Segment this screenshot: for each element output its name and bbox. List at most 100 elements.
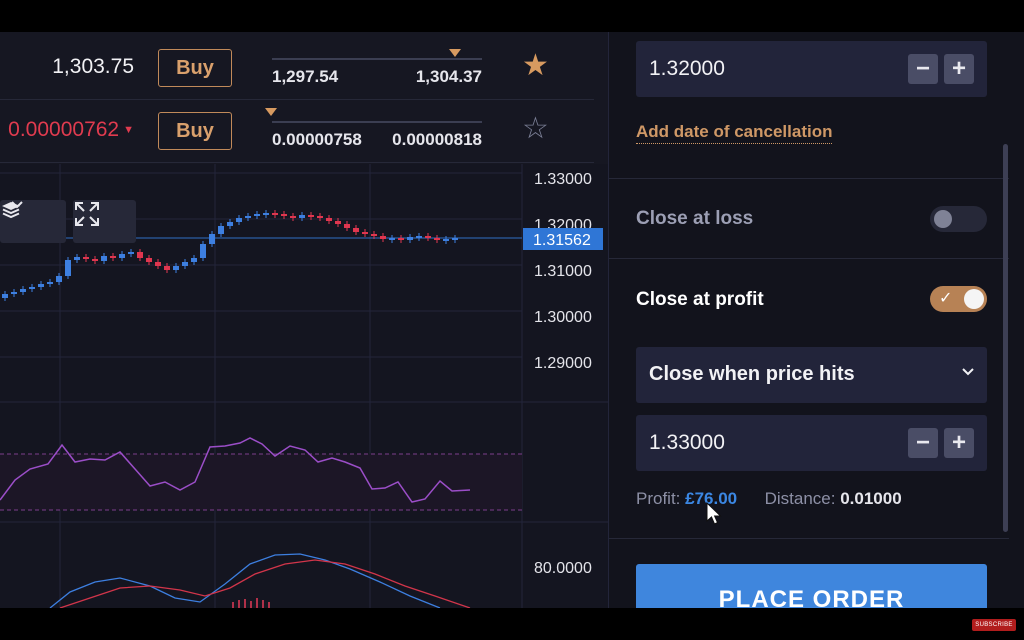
profit-label: Profit:	[636, 489, 681, 508]
increment-button[interactable]: +	[944, 428, 974, 458]
candle-body	[191, 258, 197, 262]
place-order-button[interactable]: PLACE ORDER	[636, 564, 987, 608]
stop-price-input[interactable]: 1.32000	[649, 57, 725, 81]
range-high: 0.00000818	[392, 130, 482, 149]
candle-body	[146, 258, 152, 262]
rsi-axis: 80.000040.0000	[534, 560, 592, 577]
close-at-loss-label: Close at loss	[636, 208, 754, 229]
close-mode-select[interactable]: Close when price hits	[636, 347, 987, 403]
candle-body	[380, 236, 386, 239]
candle-body	[164, 266, 170, 270]
letterbox-top	[0, 0, 1024, 32]
letterbox-bottom	[0, 608, 1024, 640]
candle-body	[47, 282, 53, 284]
checkmark-icon: ✓	[939, 290, 953, 307]
close-at-loss-toggle[interactable]	[930, 206, 987, 232]
divider	[609, 538, 1009, 539]
buy-button[interactable]: Buy	[158, 49, 232, 87]
candle-body	[326, 218, 332, 221]
price-axis: 1.330001.320001.310001.300001.29000	[534, 171, 592, 372]
candle-body	[245, 216, 251, 218]
increment-button[interactable]: +	[944, 54, 974, 84]
candle-body	[290, 216, 296, 218]
candle-body	[101, 256, 107, 261]
close-at-profit-label: Close at profit	[636, 289, 764, 310]
day-range-bar	[272, 121, 482, 123]
candle-body	[335, 221, 341, 224]
candle-body	[209, 234, 215, 244]
range-marker	[449, 49, 461, 57]
close-at-profit-toggle[interactable]: ✓	[930, 286, 987, 312]
subscribe-label: SUBSCRIBE	[975, 622, 1013, 628]
price-chart[interactable]: 1.33000 1.32000 1.31000 1.30000 1.29000 1.31…	[0, 164, 608, 608]
toggle-knob	[934, 210, 952, 228]
candle-body	[110, 256, 116, 258]
divider	[609, 178, 1009, 179]
expand-icon	[75, 202, 99, 226]
candle-body	[236, 218, 242, 222]
candle-body	[416, 236, 422, 238]
candle-body	[128, 252, 134, 254]
price-axis-tick: 1.31000	[534, 263, 592, 280]
layers-menu-button[interactable]	[0, 200, 66, 243]
range-high: 1,304.37	[415, 67, 482, 86]
add-cancellation-date-link[interactable]: Add date of cancellation	[636, 122, 833, 144]
fullscreen-button[interactable]	[73, 200, 136, 243]
candle-body	[353, 228, 359, 232]
candlestick-series	[2, 210, 458, 301]
order-panel: 1.32000 − + Add date of cancellation Clo…	[608, 32, 1024, 608]
candle-body	[173, 266, 179, 270]
price-axis-tick: 1.30000	[534, 309, 592, 326]
candle-body	[38, 284, 44, 287]
candle-body	[389, 238, 395, 240]
candle-body	[281, 214, 287, 216]
decrement-button[interactable]: −	[908, 54, 938, 84]
candle-body	[11, 292, 17, 294]
chevron-down-icon	[11, 201, 23, 209]
watchlist-row[interactable]: 1,303.75 Buy 1,297.54 1,304.37 ★	[0, 37, 594, 100]
distance-value: 0.01000	[840, 489, 902, 508]
star-outline-icon[interactable]: ☆	[522, 114, 549, 144]
take-profit-input[interactable]: 1.33000	[649, 431, 725, 455]
candle-body	[74, 257, 80, 260]
scrollbar[interactable]	[1003, 144, 1008, 532]
decrement-button[interactable]: −	[908, 428, 938, 458]
candle-body	[200, 244, 206, 258]
candle-body	[2, 294, 8, 298]
stop-price-field[interactable]: 1.32000 − +	[636, 41, 987, 97]
candle-body	[182, 262, 188, 266]
indicator-line-red	[59, 559, 471, 608]
candle-body	[20, 289, 26, 292]
watchlist-row[interactable]: 0.00000762 ▼ Buy 0.00000758 0.00000818 ☆	[0, 100, 594, 163]
candle-body	[263, 213, 269, 215]
candle-body	[398, 238, 404, 240]
candle-body	[344, 224, 350, 228]
candle-body	[407, 237, 413, 240]
range-low: 1,297.54	[272, 67, 339, 86]
candle-body	[299, 215, 305, 218]
candle-body	[434, 238, 440, 240]
candle-body	[218, 226, 224, 234]
candle-body	[362, 232, 368, 234]
candle-body	[119, 254, 125, 258]
candle-body	[56, 276, 62, 282]
buy-button[interactable]: Buy	[158, 112, 232, 150]
mouse-pointer-icon	[706, 502, 722, 525]
close-mode-value: Close when price hits	[649, 363, 855, 385]
candle-body	[65, 260, 71, 276]
take-profit-field[interactable]: 1.33000 − +	[636, 415, 987, 471]
candle-body	[254, 214, 260, 216]
divider	[609, 258, 1009, 259]
instrument-price: 0.00000762 ▼	[8, 118, 134, 141]
range-low: 0.00000758	[272, 130, 362, 149]
toggle-knob	[964, 289, 984, 309]
chevron-down-icon	[962, 368, 974, 376]
star-filled-icon[interactable]: ★	[522, 51, 549, 81]
distance-label: Distance:	[764, 489, 836, 508]
candle-body	[452, 238, 458, 240]
candle-body	[137, 252, 143, 258]
rsi-axis-tick: 80.0000	[534, 560, 592, 577]
trading-app: 1,303.75 Buy 1,297.54 1,304.37 ★ 0.00000…	[0, 32, 1024, 608]
subscribe-badge[interactable]: SUBSCRIBE	[972, 619, 1016, 631]
day-range-bar	[272, 58, 482, 60]
